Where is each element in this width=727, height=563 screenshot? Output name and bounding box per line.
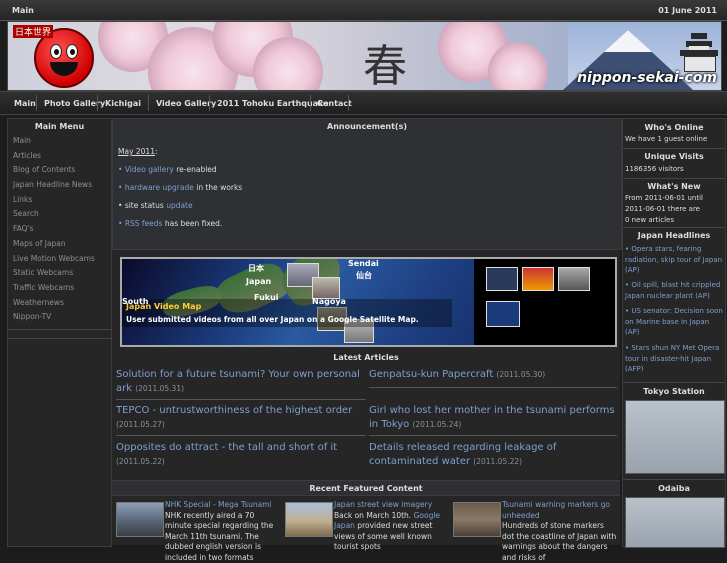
tokyo-station-webcam[interactable] — [625, 400, 725, 474]
japan-video-map[interactable]: 日本 Japan Sendai 仙台 Fukui South Nagoya Ja… — [120, 257, 617, 347]
featured-link[interactable]: Japan street view imagery — [334, 500, 448, 511]
nav-contact[interactable]: Contact — [317, 99, 352, 108]
site-banner: 日本世界 春 nippon-sekai-com — [7, 21, 722, 91]
featured-item: NHK Special - Mega Tsunami NHK recently … — [165, 500, 279, 563]
menu-item-maps[interactable]: Maps of Japan — [8, 237, 111, 252]
map-preview-thumb[interactable] — [558, 267, 590, 291]
logo-text: 日本世界 — [13, 25, 54, 38]
featured-item: Tsunami warning markers go unheeded Hund… — [502, 500, 618, 562]
nav-main[interactable]: Main — [14, 99, 36, 108]
article-divider — [116, 435, 366, 436]
menu-item-nippon-tv[interactable]: Nippon-TV — [8, 310, 111, 325]
tokyo-station-title: Tokyo Station — [643, 387, 705, 396]
featured-title: Recent Featured Content — [309, 484, 423, 493]
map-preview-thumb[interactable] — [486, 267, 518, 291]
article-divider — [116, 399, 366, 400]
hardware-upgrade-link[interactable]: hardware upgrade — [125, 183, 194, 192]
featured-thumbnail[interactable] — [285, 502, 333, 537]
article-divider — [369, 435, 617, 436]
whats-new-text: From 2011-06-01 until 2011-06-01 there a… — [625, 194, 703, 224]
nav-video-gallery[interactable]: Video Gallery — [156, 99, 216, 108]
map-thumbnail-strip — [474, 259, 615, 345]
blossom-image — [488, 42, 548, 90]
menu-item-links[interactable]: Links — [8, 193, 111, 208]
menu-item-main[interactable]: Main — [8, 134, 111, 149]
whos-online-text: We have 1 guest online — [625, 135, 708, 143]
latest-article[interactable]: TEPCO - untrustworthiness of the highest… — [116, 404, 366, 432]
article-divider — [369, 387, 617, 388]
spring-kanji: 春 — [363, 41, 407, 91]
video-gallery-link[interactable]: Video gallery — [125, 165, 174, 174]
nav-tohoku-earthquake[interactable]: 2011 Tohoku Earthquake — [217, 99, 329, 108]
announcement-heading: May 2011 — [118, 147, 155, 156]
main-nav: Main Photo Gallery Kichigai Video Galler… — [0, 91, 727, 115]
featured-link[interactable]: Tsunami warning markers go unheeded — [502, 500, 618, 521]
latest-article[interactable]: Opposites do attract - the tall and shor… — [116, 441, 366, 469]
latest-article[interactable]: Details released regarding leakage of co… — [369, 441, 617, 469]
site-status-update-link[interactable]: update — [166, 201, 192, 210]
odaiba-webcam[interactable] — [625, 497, 725, 548]
menu-item-headline-news[interactable]: Japan Headline News — [8, 178, 111, 193]
menu-item-faqs[interactable]: FAQ's — [8, 222, 111, 237]
menu-item-traffic-webcams[interactable]: Traffic Webcams — [8, 281, 111, 296]
map-video-thumb[interactable] — [312, 277, 340, 299]
latest-article[interactable]: Genpatsu-kun Papercraft (2011.05.30) — [369, 368, 617, 382]
map-preview-thumb[interactable] — [522, 267, 554, 291]
whats-new-title: What's New — [647, 182, 701, 191]
left-sidebar: Main Menu Main Articles Blog of Contents… — [7, 118, 112, 547]
japan-headlines-title: Japan Headlines — [637, 231, 711, 240]
map-preview-thumb[interactable] — [486, 301, 520, 327]
right-sidebar: Who's Online We have 1 guest online Uniq… — [622, 118, 726, 548]
featured-thumbnail[interactable] — [116, 502, 164, 537]
latest-articles-title: Latest Articles — [333, 353, 399, 362]
unique-visits-text: 1186356 visitors — [625, 165, 684, 173]
fuji-snow-cap — [604, 30, 652, 52]
unique-visits-title: Unique Visits — [644, 152, 704, 161]
headline-item[interactable]: • Oil spill, blast hit crippled Japan nu… — [625, 280, 723, 301]
headline-item[interactable]: • Stars shun NY Met Opera tour in disast… — [625, 343, 723, 375]
castle-image — [680, 32, 718, 72]
rss-feeds-link[interactable]: RSS feeds — [125, 219, 163, 228]
featured-thumbnail[interactable] — [453, 502, 501, 537]
headline-item[interactable]: • Opera stars, fearing radiation, skip t… — [625, 244, 723, 276]
menu-item-live-webcams[interactable]: Live Motion Webcams — [8, 252, 111, 267]
menu-item-blog[interactable]: Blog of Contents — [8, 163, 111, 178]
site-name: nippon-sekai-com — [577, 70, 717, 86]
headline-item[interactable]: • US senator: Decision soon on Marine ba… — [625, 306, 723, 338]
announcement-title: Announcement(s) — [327, 122, 407, 131]
odaiba-title: Odaiba — [658, 484, 690, 493]
announcement-box: Announcement(s) May 2011: • Video galler… — [112, 118, 622, 250]
breadcrumb[interactable]: Main — [12, 6, 34, 15]
latest-article[interactable]: Girl who lost her mother in the tsunami … — [369, 404, 617, 432]
announcement-body: May 2011: • Video gallery re-enabled • h… — [118, 147, 243, 228]
menu-item-weathernews[interactable]: Weathernews — [8, 296, 111, 311]
menu-item-search[interactable]: Search — [8, 207, 111, 222]
nav-kichigai[interactable]: Kichigai — [105, 99, 141, 108]
top-bar: Main 01 June 2011 — [0, 0, 727, 21]
blossom-image — [253, 37, 323, 90]
main-menu-title: Main Menu — [34, 122, 85, 131]
whos-online-title: Who's Online — [644, 123, 704, 132]
menu-divider — [8, 329, 111, 339]
map-title: Japan Video Map — [126, 302, 202, 311]
map-subtitle: User submitted videos from all over Japa… — [126, 315, 419, 324]
featured-link[interactable]: NHK Special - Mega Tsunami — [165, 500, 279, 511]
date-display: 01 June 2011 — [658, 6, 717, 15]
menu-item-static-webcams[interactable]: Static Webcams — [8, 266, 111, 281]
menu-item-articles[interactable]: Articles — [8, 149, 111, 164]
latest-article[interactable]: Solution for a future tsunami? Your own … — [116, 368, 366, 396]
